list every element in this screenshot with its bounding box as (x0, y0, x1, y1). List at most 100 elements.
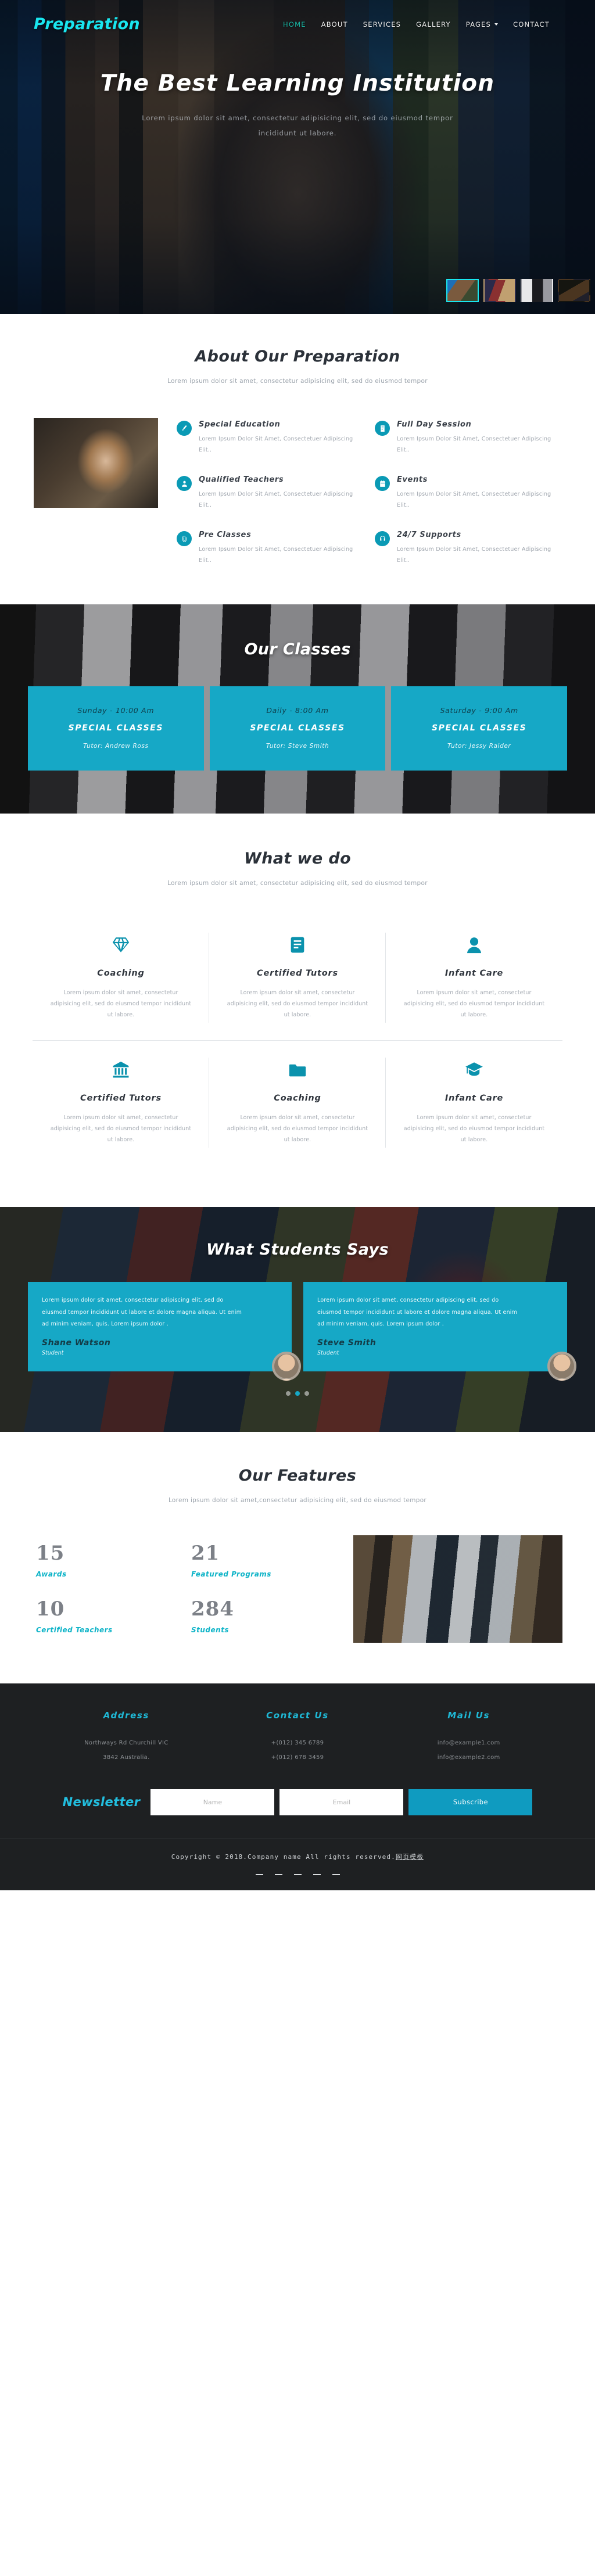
testimonials-section: What Students Says Lorem ipsum dolor sit… (0, 1207, 595, 1432)
about-feature-item: Qualified Teachers Lorem Ipsum Dolor Sit … (177, 475, 362, 511)
counter-item: 15 Awards (36, 1543, 177, 1578)
carousel-dot-2[interactable] (295, 1391, 300, 1396)
rss-icon[interactable] (332, 1873, 340, 1875)
class-card-list: Sunday - 10:00 Am SPECIAL CLASSES Tutor: A… (0, 658, 595, 771)
counter-item: 284 Students (191, 1599, 332, 1634)
nav-item-label: HOME (283, 20, 306, 28)
footer-column-line: +(012) 345 6789 (271, 1739, 324, 1746)
slide-thumb-2[interactable] (483, 279, 516, 302)
counter-number: 10 (36, 1597, 65, 1621)
what-we-do-section: What we do Lorem ipsum dolor sit amet, c… (0, 814, 595, 1208)
testimonial-name: Shane Watson (42, 1338, 111, 1348)
google-plus-icon[interactable] (293, 1873, 302, 1875)
newsletter-email-input[interactable] (279, 1789, 404, 1815)
linkedin-icon[interactable] (313, 1873, 321, 1875)
subscribe-button[interactable]: Subscribe (408, 1789, 533, 1815)
testimonial-role: Student (42, 1350, 64, 1357)
what-we-do-card-text: Lorem ipsum dolor sit amet, consectetur … (50, 1115, 192, 1144)
class-name: SPECIAL CLASSES (431, 723, 527, 733)
nav-item-label: GALLERY (416, 20, 451, 28)
footer-column-heading: Address (103, 1710, 149, 1721)
nav-item-gallery[interactable]: GALLERY (416, 20, 451, 28)
newsletter-form: Newsletter Subscribe (0, 1765, 595, 1839)
newsletter-name-input[interactable] (150, 1789, 275, 1815)
about-feature-item: Full Day Session Lorem Ipsum Dolor Sit Am… (375, 420, 560, 456)
site-logo[interactable]: Preparation (34, 15, 140, 33)
nav-item-label: CONTACT (513, 20, 550, 28)
hero-subtitle: Lorem ipsum dolor sit amet, consectetur … (142, 114, 453, 138)
facebook-icon[interactable] (255, 1873, 263, 1875)
what-we-do-card-text: Lorem ipsum dolor sit amet, consectetur … (50, 990, 192, 1019)
footer-column-line: +(012) 678 3459 (271, 1754, 324, 1761)
what-we-do-card-title: Coaching (97, 969, 145, 979)
carousel-dot-1[interactable] (286, 1391, 291, 1396)
carousel-dot-3[interactable] (304, 1391, 309, 1396)
counter-label: Certified Teachers (36, 1625, 113, 1634)
counter-item: 10 Certified Teachers (36, 1597, 177, 1634)
twitter-icon[interactable] (274, 1873, 282, 1875)
counter-label: Students (191, 1625, 230, 1634)
features-title: Our Features (238, 1467, 357, 1485)
about-feature-text: Lorem Ipsum Dolor Sit Amet, Consectetuer… (199, 546, 353, 564)
nav-item-home[interactable]: HOME (283, 20, 306, 28)
counter-label: Awards (36, 1570, 67, 1578)
top-navigation: Preparation HOME ABOUT SERVICES GALLERY PAGE… (0, 0, 595, 33)
hero-gradient (0, 0, 595, 314)
hero-title: The Best Learning Institution (100, 70, 495, 96)
testimonial-name: Steve Smith (317, 1338, 377, 1348)
slide-thumb-1[interactable] (446, 279, 479, 302)
slider-thumbnails (446, 279, 590, 302)
book-icon (225, 933, 370, 957)
about-title: About Our Preparation (195, 347, 400, 366)
folder-icon (225, 1058, 370, 1082)
user-icon (177, 476, 192, 492)
what-we-do-card[interactable]: Infant Care Lorem ipsum dolor sit amet, c… (386, 1040, 562, 1165)
social-links (0, 1873, 595, 1875)
class-card[interactable]: Daily - 8:00 Am SPECIAL CLASSES Tutor: Ste… (209, 686, 386, 771)
what-we-do-card[interactable]: Infant Care Lorem ipsum dolor sit amet, c… (386, 915, 562, 1040)
nav-item-about[interactable]: ABOUT (321, 20, 348, 28)
what-we-do-card-text: Lorem ipsum dolor sit amet, consectetur … (227, 1115, 368, 1144)
hero-copy: The Best Learning Institution Lorem ipsu… (0, 70, 595, 141)
copyright-label: Copyright © 2018.Company name All rights… (171, 1853, 396, 1861)
what-we-do-card[interactable]: Certified Tutors Lorem ipsum dolor sit am… (33, 1040, 209, 1165)
bank-icon (49, 1058, 193, 1082)
counter-item: 21 Featured Programs (191, 1543, 332, 1578)
copyright-text: Copyright © 2018.Company name All rights… (0, 1852, 595, 1861)
class-card[interactable]: Sunday - 10:00 Am SPECIAL CLASSES Tutor: A… (28, 686, 204, 771)
footer: Address Northways Rd Churchill VIC 3842 Au… (0, 1683, 595, 1890)
footer-column: Address Northways Rd Churchill VIC 3842 Au… (41, 1710, 212, 1765)
about-feature-text: Lorem Ipsum Dolor Sit Amet, Consectetuer… (199, 491, 353, 508)
about-feature-item: Events Lorem Ipsum Dolor Sit Amet, Consec… (375, 475, 560, 511)
nav-item-pages[interactable]: PAGES (466, 20, 499, 28)
nav-item-services[interactable]: SERVICES (363, 20, 401, 28)
slide-thumb-4[interactable] (558, 279, 590, 302)
brush-icon (177, 421, 192, 436)
footer-column-heading: Contact Us (266, 1710, 329, 1721)
about-photo (34, 418, 158, 508)
template-credit-link[interactable]: 网页模板 (396, 1853, 424, 1861)
what-we-do-card[interactable]: Coaching Lorem ipsum dolor sit amet, cons… (33, 915, 209, 1040)
chevron-down-icon (494, 23, 499, 26)
class-tutor: Tutor: Jessy Raider (447, 743, 511, 750)
what-we-do-card-text: Lorem ipsum dolor sit amet, consectetur … (227, 990, 368, 1019)
footer-column: Contact Us +(012) 345 6789 +(012) 678 3459 (212, 1710, 383, 1765)
about-feature-text: Lorem Ipsum Dolor Sit Amet, Consectetuer… (199, 436, 353, 453)
class-name: SPECIAL CLASSES (250, 723, 345, 733)
baby-icon (402, 933, 546, 957)
newsletter-title: Newsletter (62, 1795, 141, 1809)
about-feature-item: Pre Classes Lorem Ipsum Dolor Sit Amet, C… (177, 531, 362, 566)
classes-title: Our Classes (244, 640, 351, 659)
about-feature-text: Lorem Ipsum Dolor Sit Amet, Consectetuer… (397, 491, 551, 508)
nav-item-contact[interactable]: CONTACT (513, 20, 550, 28)
what-we-do-subtitle: Lorem ipsum dolor sit amet, consectetur … (167, 880, 428, 887)
class-name: SPECIAL CLASSES (68, 723, 164, 733)
what-we-do-card[interactable]: Certified Tutors Lorem ipsum dolor sit am… (209, 915, 386, 1040)
what-we-do-card-title: Certified Tutors (80, 1094, 162, 1104)
what-we-do-card[interactable]: Coaching Lorem ipsum dolor sit amet, cons… (209, 1040, 386, 1165)
testimonial-role: Student (317, 1350, 339, 1357)
features-subtitle: Lorem ipsum dolor sit amet,consectetur a… (168, 1497, 427, 1504)
what-we-do-grid: Coaching Lorem ipsum dolor sit amet, cons… (0, 890, 595, 1165)
class-card[interactable]: Saturday - 9:00 Am SPECIAL CLASSES Tutor: … (391, 686, 568, 771)
slide-thumb-3[interactable] (521, 279, 553, 302)
